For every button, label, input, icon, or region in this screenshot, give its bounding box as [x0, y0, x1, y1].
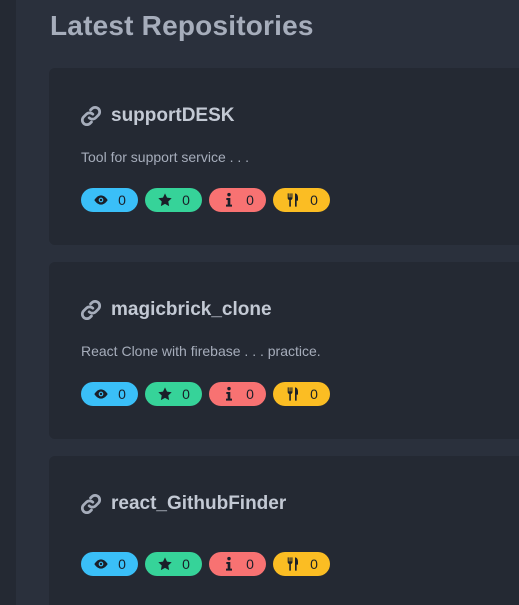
issues-count: 0 — [246, 556, 254, 572]
repo-stats: 0 0 0 0 — [81, 188, 337, 212]
stars-badge: 0 — [145, 188, 202, 212]
repo-name: magicbrick_clone — [111, 299, 272, 320]
forks-badge: 0 — [273, 382, 330, 406]
forks-count: 0 — [310, 556, 318, 572]
link-icon — [80, 493, 102, 515]
stars-badge: 0 — [145, 552, 202, 576]
stars-count: 0 — [182, 556, 190, 572]
repo-description: Tool for support service . . . — [81, 149, 250, 165]
watchers-count: 0 — [118, 192, 126, 208]
stars-badge: 0 — [145, 382, 202, 406]
stars-count: 0 — [182, 386, 190, 402]
watchers-count: 0 — [118, 556, 126, 572]
forks-count: 0 — [310, 386, 318, 402]
issues-badge: 0 — [209, 552, 266, 576]
issues-count: 0 — [246, 386, 254, 402]
info-icon — [221, 192, 237, 208]
info-icon — [221, 556, 237, 572]
repo-card: supportDESK Tool for support service . .… — [49, 68, 519, 245]
star-icon — [157, 386, 173, 402]
eye-icon — [93, 192, 109, 208]
page-title: Latest Repositories — [50, 10, 314, 41]
star-icon — [157, 556, 173, 572]
eye-icon — [93, 386, 109, 402]
repo-card: magicbrick_clone React Clone with fireba… — [49, 262, 519, 439]
forks-count: 0 — [310, 192, 318, 208]
eye-icon — [93, 556, 109, 572]
repo-title-link[interactable]: supportDESK — [80, 105, 235, 127]
watchers-count: 0 — [118, 386, 126, 402]
repo-title-link[interactable]: react_GithubFinder — [80, 493, 286, 515]
sidebar-edge — [0, 0, 16, 605]
forks-badge: 0 — [273, 552, 330, 576]
repo-card: react_GithubFinder 0 0 0 0 — [49, 456, 519, 605]
stars-count: 0 — [182, 192, 190, 208]
forks-badge: 0 — [273, 188, 330, 212]
utensils-icon — [285, 556, 301, 572]
link-icon — [80, 299, 102, 321]
issues-badge: 0 — [209, 188, 266, 212]
issues-count: 0 — [246, 192, 254, 208]
repo-description: React Clone with firebase . . . practice… — [81, 343, 321, 359]
watchers-badge: 0 — [81, 188, 138, 212]
info-icon — [221, 386, 237, 402]
repo-title-link[interactable]: magicbrick_clone — [80, 299, 272, 321]
link-icon — [80, 105, 102, 127]
repo-name: react_GithubFinder — [111, 493, 287, 514]
star-icon — [157, 192, 173, 208]
repo-stats: 0 0 0 0 — [81, 552, 337, 576]
utensils-icon — [285, 192, 301, 208]
utensils-icon — [285, 386, 301, 402]
issues-badge: 0 — [209, 382, 266, 406]
watchers-badge: 0 — [81, 382, 138, 406]
repo-stats: 0 0 0 0 — [81, 382, 337, 406]
watchers-badge: 0 — [81, 552, 138, 576]
repo-name: supportDESK — [111, 105, 235, 126]
